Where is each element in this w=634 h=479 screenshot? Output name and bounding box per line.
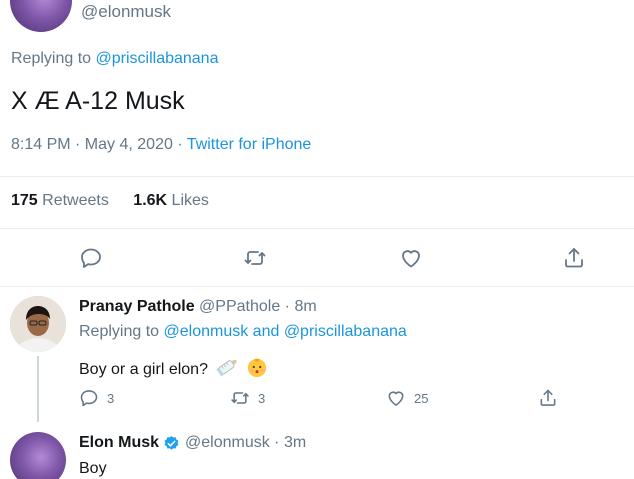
retweets-count: 175 — [11, 192, 38, 209]
reply-icon — [80, 390, 98, 407]
reply-icon[interactable] — [79, 246, 103, 270]
tweet-thread: @elonmusk Replying to @priscillabanana X… — [0, 0, 634, 479]
share-icon[interactable] — [562, 246, 586, 270]
likes-count: 1.6K — [133, 192, 168, 209]
replying-to-label: Replying to — [79, 323, 164, 340]
likes-stat[interactable]: 1.6K Likes — [133, 192, 209, 209]
like-icon — [388, 391, 404, 406]
retweets-label: Retweets — [37, 192, 109, 209]
reply-actions: 3 3 25 — [0, 388, 634, 412]
verified-badge-icon — [164, 435, 179, 450]
divider — [0, 286, 634, 287]
retweets-stat[interactable]: 175 Retweets — [11, 192, 109, 209]
replying-to-link[interactable]: @priscillabanana — [96, 50, 219, 67]
like-icon[interactable] — [399, 246, 423, 270]
reply-count: 3 — [107, 390, 115, 406]
like-action[interactable]: 25 — [386, 388, 428, 408]
user-handle[interactable]: @elonmusk — [81, 2, 171, 22]
replying-to-link[interactable]: @priscillabanana — [284, 323, 407, 340]
retweet-icon[interactable] — [243, 246, 267, 270]
divider — [0, 176, 634, 177]
share-icon — [540, 389, 556, 406]
tweet-text: X Æ A-12 Musk — [11, 87, 185, 115]
and-label: and — [248, 323, 284, 340]
author-name[interactable]: Pranay Pathole — [79, 298, 195, 315]
replying-to-link[interactable]: @elonmusk — [164, 323, 249, 340]
avatar[interactable] — [10, 296, 66, 352]
retweet-count: 3 — [258, 390, 266, 406]
reply-text-row: Boy or a girl elon? — [79, 356, 268, 383]
replying-to-line: Replying to @elonmusk and @priscillabana… — [79, 323, 407, 341]
tweet-meta: 8:14 PM · May 4, 2020 · Twitter for iPho… — [11, 136, 311, 154]
avatar[interactable] — [10, 0, 72, 32]
retweet-action[interactable]: 3 — [230, 388, 265, 408]
tweet-stats: 175 Retweets 1.6K Likes — [11, 192, 209, 210]
avatar[interactable] — [10, 432, 66, 479]
reply-text: Boy or a girl elon? — [79, 360, 208, 378]
retweet-icon — [231, 392, 249, 404]
replying-to-label: Replying to — [11, 50, 96, 67]
baby-face-icon — [246, 356, 268, 383]
author-handle-time[interactable]: @elonmusk · 3m — [185, 434, 306, 452]
reply-action[interactable]: 3 — [79, 388, 114, 408]
third-tweet-header: Elon Musk @elonmusk · 3m — [79, 434, 306, 452]
share-action[interactable] — [538, 388, 566, 408]
author-name[interactable]: Elon Musk — [79, 434, 159, 452]
baby-bottle-icon — [214, 356, 240, 383]
author-handle-time[interactable]: @PPathole · 8m — [195, 298, 317, 315]
divider — [0, 228, 634, 229]
reply-text: Boy — [79, 460, 107, 477]
reply-header: Pranay Pathole @PPathole · 8m — [79, 298, 317, 316]
tweet-timestamp[interactable]: 8:14 PM · May 4, 2020 · — [11, 136, 187, 153]
like-count: 25 — [414, 390, 429, 406]
tweet-source-link[interactable]: Twitter for iPhone — [187, 136, 312, 153]
likes-label: Likes — [167, 192, 209, 209]
replying-to-line: Replying to @priscillabanana — [11, 50, 218, 68]
